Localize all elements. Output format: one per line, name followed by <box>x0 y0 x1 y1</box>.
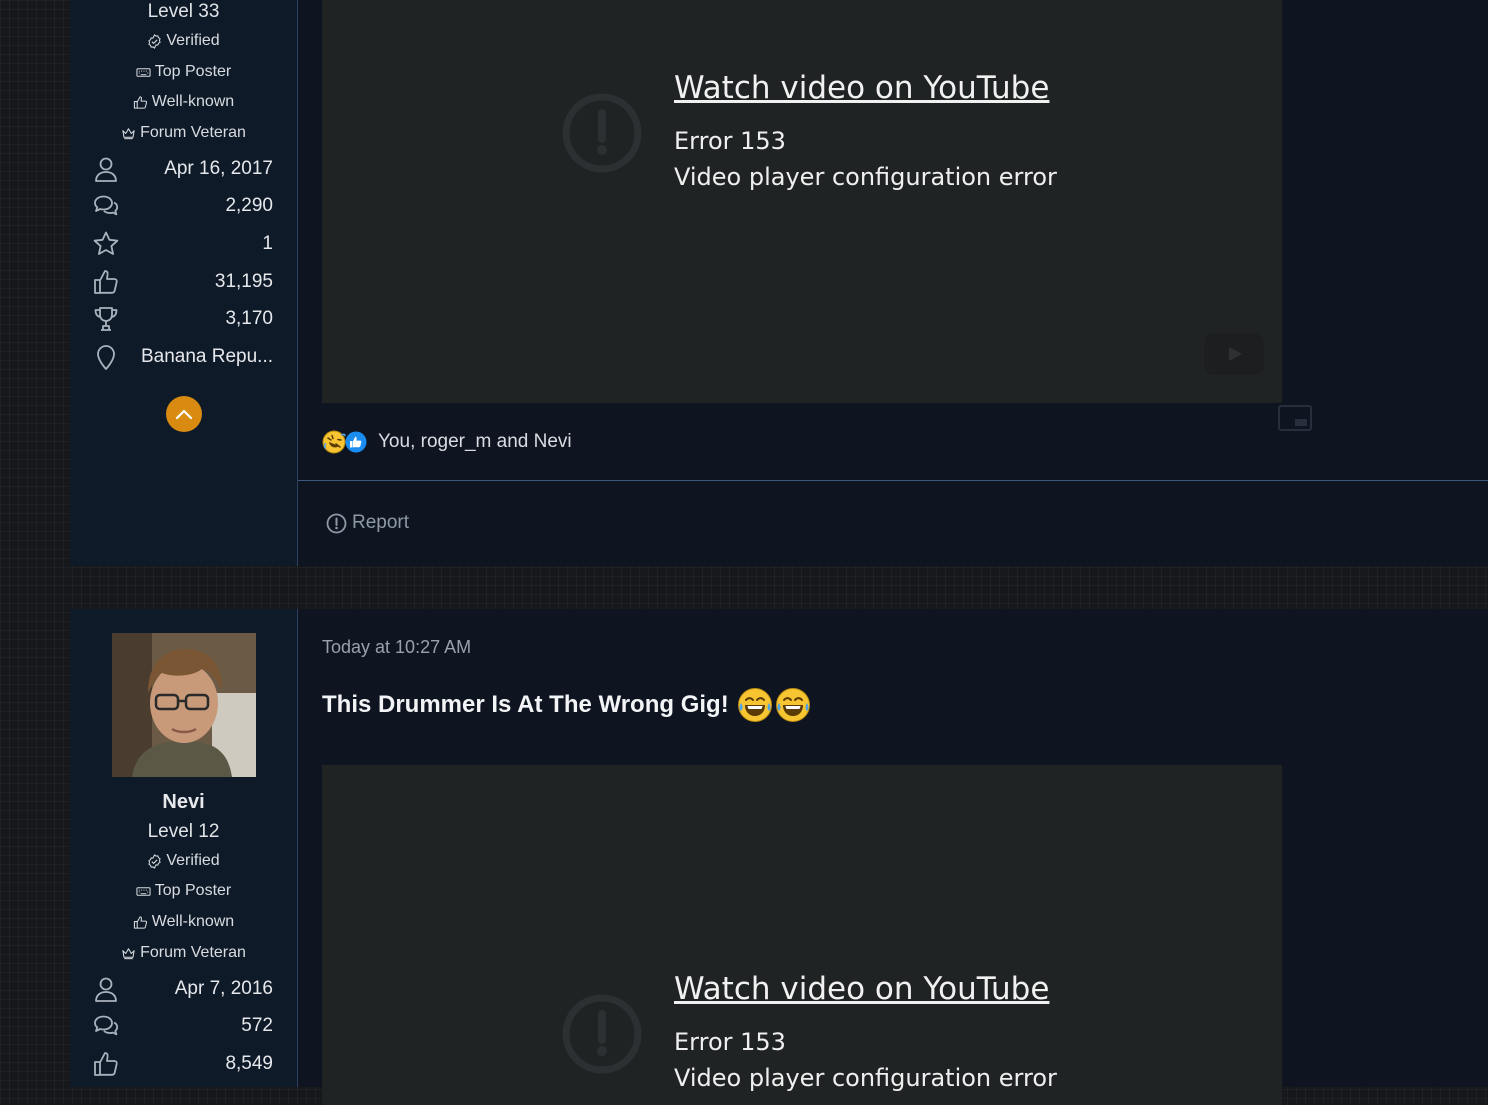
user-banner-label: Top Poster <box>154 63 232 80</box>
messages-icon <box>94 1015 119 1036</box>
like-reaction-icon <box>344 430 368 454</box>
report-button[interactable]: Report <box>326 512 409 534</box>
user-banner-forum-veteran: Forum Veteran <box>70 124 297 142</box>
youtube-embed[interactable]: Watch video on YouTube Error 153 Video p… <box>322 765 1282 1105</box>
user-banner-verified: Verified <box>70 32 297 50</box>
keyboard-icon <box>136 67 151 77</box>
verified-badge-icon <box>148 853 161 869</box>
youtube-embed[interactable]: Watch video on YouTube Error 153 Video p… <box>322 0 1282 403</box>
post-timestamp[interactable]: Today at 10:27 AM <box>322 637 471 658</box>
user-icon <box>95 977 117 1002</box>
tears-of-joy-emoji <box>737 688 772 722</box>
tears-of-joy-emoji <box>775 688 810 722</box>
user-info-panel: Level 33 Verified Top Poster Well-known … <box>70 0 298 566</box>
user-stat-value: 8,549 <box>225 1053 273 1074</box>
user-banner-top-poster: Top Poster <box>70 63 297 81</box>
crown-icon <box>122 127 135 139</box>
user-stat-value: 2,290 <box>225 195 273 216</box>
watch-on-youtube-link[interactable]: Watch video on YouTube <box>674 971 1049 1007</box>
rofl-reaction-icon <box>322 430 346 454</box>
post: Nevi Level 12 Verified Top Poster Well-k… <box>70 609 1488 1105</box>
username-link[interactable]: Nevi <box>70 791 297 814</box>
post-title: This Drummer Is At The Wrong Gig! <box>322 687 811 723</box>
user-stat-value: Apr 7, 2016 <box>174 978 273 999</box>
video-error-message: Video player configuration error <box>674 163 1057 191</box>
thumbs-up-icon <box>133 95 147 109</box>
user-icon <box>95 157 117 182</box>
user-stat-value: 572 <box>241 1015 273 1036</box>
user-banner-top-poster: Top Poster <box>70 882 297 900</box>
user-banner-label: Forum Veteran <box>140 124 246 141</box>
crown-icon <box>122 947 135 959</box>
video-error-code: Error 153 <box>674 1028 786 1056</box>
post: Level 33 Verified Top Poster Well-known … <box>70 0 1488 566</box>
post-footer-divider <box>298 480 1488 481</box>
user-stat-joined: Apr 7, 2016 <box>92 973 273 1005</box>
avatar[interactable] <box>112 633 256 777</box>
user-stat-reactions: 8,549 <box>92 1048 273 1080</box>
user-info-panel: Nevi Level 12 Verified Top Poster Well-k… <box>70 609 298 1087</box>
user-stat-messages: 2,290 <box>92 190 273 222</box>
user-stat-value: 3,170 <box>225 308 273 329</box>
video-error-code: Error 153 <box>674 127 786 155</box>
user-stat-value: 1 <box>262 233 273 254</box>
trophy-icon <box>94 307 118 331</box>
user-banner-label: Verified <box>166 852 220 869</box>
location-pin-icon <box>97 345 115 370</box>
report-label: Report <box>352 512 410 533</box>
user-stat-reactions: 31,195 <box>92 266 273 298</box>
verified-badge-icon <box>148 33 161 49</box>
user-banner-label: Verified <box>166 32 220 49</box>
user-stat-points: 3,170 <box>92 303 273 335</box>
user-banner-forum-veteran: Forum Veteran <box>70 944 297 962</box>
reactions-bar[interactable]: You, roger_m and Nevi <box>322 430 572 454</box>
user-banner-well-known: Well-known <box>70 913 297 931</box>
thumbs-up-icon <box>94 270 118 294</box>
messages-icon <box>94 195 119 216</box>
keyboard-icon <box>136 886 151 896</box>
user-banner-well-known: Well-known <box>70 93 297 111</box>
video-error-message: Video player configuration error <box>674 1064 1057 1092</box>
user-level: Level 12 <box>147 821 220 842</box>
user-stat-value: Apr 16, 2017 <box>164 158 273 179</box>
user-stat-value: 31,195 <box>214 271 273 292</box>
watch-on-youtube-link[interactable]: Watch video on YouTube <box>674 70 1049 106</box>
user-banner-label: Top Poster <box>154 882 232 899</box>
scroll-to-top-button[interactable] <box>166 396 202 432</box>
thumbs-up-icon <box>94 1052 118 1076</box>
post-body: Today at 10:27 AM This Drummer Is At The… <box>298 609 1488 1105</box>
user-banner-verified: Verified <box>70 852 297 870</box>
youtube-play-icon[interactable] <box>1204 333 1264 375</box>
title-emojis <box>737 687 811 723</box>
user-banner-label: Forum Veteran <box>140 944 246 961</box>
user-stat-location: Banana Repu... <box>92 341 273 373</box>
user-level: Level 33 <box>147 1 220 22</box>
user-stat-joined: Apr 16, 2017 <box>92 153 273 185</box>
user-stat-value: Banana Repu... <box>140 346 273 367</box>
star-icon <box>93 231 119 255</box>
user-banner-label: Well-known <box>151 913 235 930</box>
user-stat-highlighted: 1 <box>92 228 273 260</box>
report-alert-icon <box>326 513 347 533</box>
error-alert-icon <box>562 93 642 173</box>
error-alert-icon <box>562 994 642 1074</box>
reactions-users-text[interactable]: You, roger_m and Nevi <box>378 431 572 453</box>
post-title-text: This Drummer Is At The Wrong Gig! <box>322 691 729 718</box>
picture-in-picture-icon[interactable] <box>1278 405 1312 431</box>
user-banner-label: Well-known <box>151 93 235 110</box>
post-body: Watch video on YouTube Error 153 Video p… <box>298 0 1488 566</box>
user-stat-messages: 572 <box>92 1010 273 1042</box>
thumbs-up-icon <box>133 915 147 929</box>
chevron-up-icon <box>175 409 193 420</box>
